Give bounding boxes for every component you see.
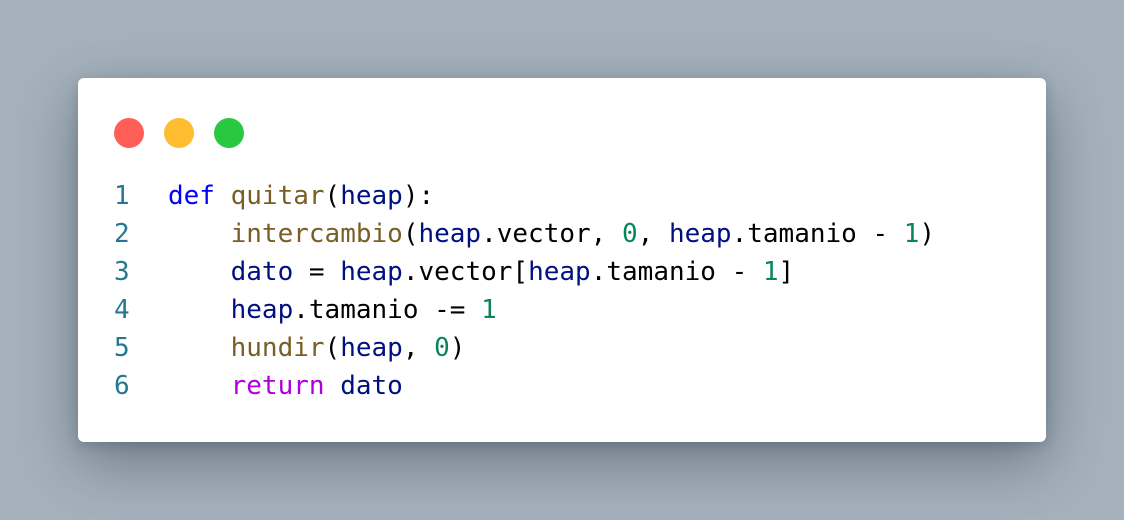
code-token-text: .vector[ [402, 257, 529, 287]
code-text: def quitar(heap): [168, 177, 434, 215]
code-token-text: .tamanio -= [293, 295, 482, 325]
code-line: 4 heap.tamanio -= 1 [114, 291, 935, 329]
code-line: 5 hundir(heap, 0) [114, 329, 935, 367]
code-token-text: .vector, [481, 219, 622, 249]
code-token-number: 1 [481, 295, 497, 325]
code-token-variable: heap [418, 219, 482, 249]
code-text: hundir(heap, 0) [168, 329, 466, 367]
code-line: 2 intercambio(heap.vector, 0, heap.taman… [114, 215, 935, 253]
code-token-function: quitar [230, 181, 325, 211]
maximize-dot-icon[interactable] [214, 118, 244, 148]
code-token-text: .tamanio - [731, 219, 904, 249]
code-token-variable: heap [528, 257, 591, 287]
code-token-keyword: def [168, 181, 215, 211]
code-token-number: 0 [434, 333, 450, 363]
line-number: 5 [114, 333, 130, 363]
code-token-function: intercambio [230, 219, 403, 249]
line-number: 1 [114, 181, 130, 211]
code-block: 1 def quitar(heap): 2 intercambio(heap.vec… [114, 177, 935, 405]
code-token-variable: heap [340, 333, 403, 363]
code-token-function: hundir [230, 333, 325, 363]
code-token-number: 1 [762, 257, 779, 287]
code-text: dato = heap.vector[heap.tamanio - 1] [168, 253, 795, 291]
line-number: 2 [114, 219, 130, 249]
line-number: 6 [114, 371, 130, 401]
code-text: return dato [168, 367, 403, 405]
code-token-text: ( [324, 333, 341, 363]
code-token-variable: heap [230, 295, 294, 325]
code-text: heap.tamanio -= 1 [168, 291, 497, 329]
code-token-text: ( [402, 219, 419, 249]
code-token-variable: dato [340, 371, 403, 401]
code-token-variable: heap [340, 181, 403, 211]
code-token-text: .tamanio - [590, 257, 763, 287]
line-number: 4 [114, 295, 130, 325]
code-line: 6 return dato [114, 367, 935, 405]
code-text: intercambio(heap.vector, 0, heap.tamanio… [168, 215, 935, 253]
code-token-text: ): [402, 181, 435, 211]
minimize-dot-icon[interactable] [164, 118, 194, 148]
code-token-text: , [402, 333, 435, 363]
code-token-text: , [637, 219, 669, 249]
close-dot-icon[interactable] [114, 118, 144, 148]
code-token-variable: dato [230, 257, 294, 287]
code-token-text: ) [449, 333, 466, 363]
code-token-text: ( [324, 181, 341, 211]
line-number: 3 [114, 257, 130, 287]
code-line: 3 dato = heap.vector[heap.tamanio - 1] [114, 253, 935, 291]
code-window: 1 def quitar(heap): 2 intercambio(heap.vec… [78, 78, 1046, 442]
code-token-variable: heap [340, 257, 403, 287]
code-line: 1 def quitar(heap): [114, 177, 935, 215]
code-token-control-keyword: return [230, 371, 325, 401]
code-token-variable: heap [668, 219, 732, 249]
code-token-number: 0 [621, 219, 638, 249]
code-token-text: ) [919, 219, 936, 249]
code-token-text: = [293, 257, 341, 287]
code-token-number: 1 [903, 219, 920, 249]
code-token-text: ] [778, 257, 795, 287]
